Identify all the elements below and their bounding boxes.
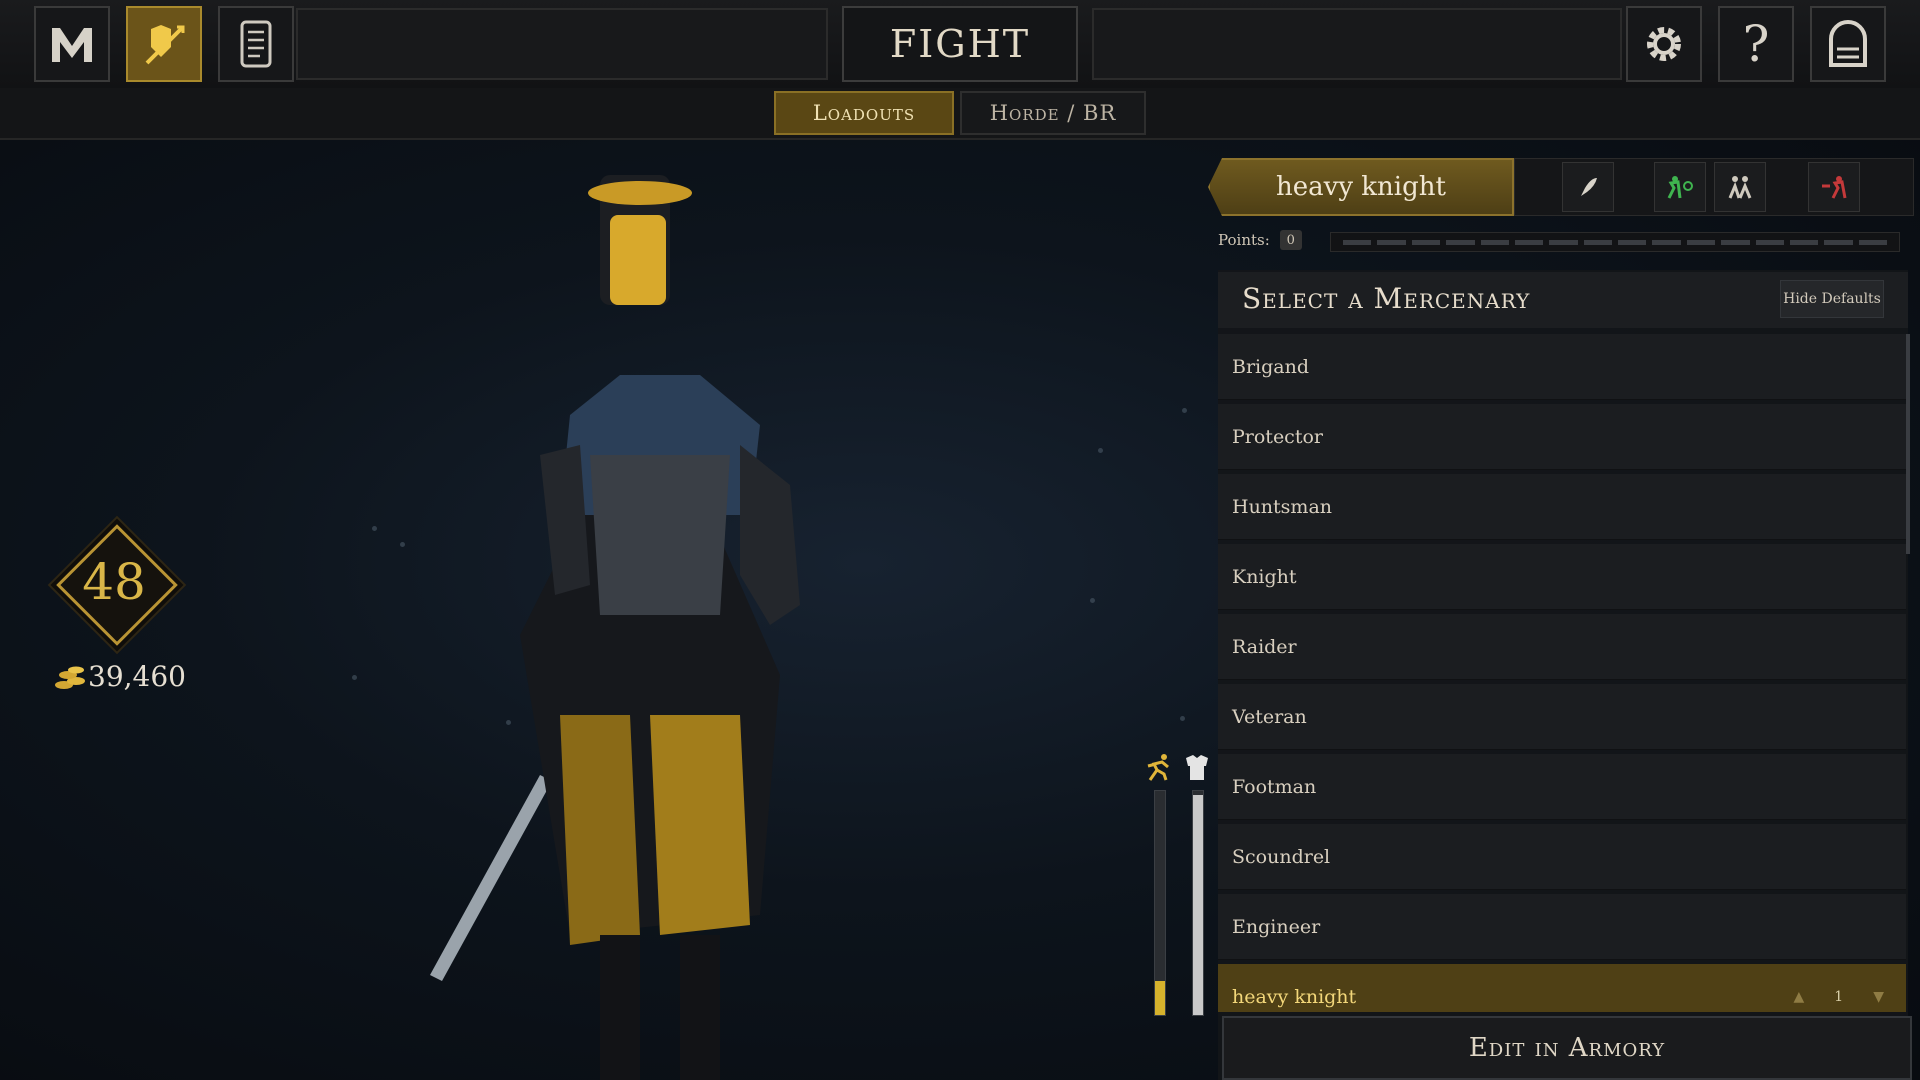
list-item[interactable]: Veteran: [1218, 684, 1906, 750]
exit-button[interactable]: [1810, 6, 1886, 82]
armor-meter-icon: [1182, 752, 1212, 782]
list-item-label: Engineer: [1232, 915, 1321, 938]
dust-speck: [1182, 408, 1187, 413]
list-item-label: Huntsman: [1232, 495, 1333, 518]
points-segment: [1652, 239, 1681, 245]
list-item[interactable]: Knight: [1218, 544, 1906, 610]
fight-button[interactable]: FIGHT: [842, 6, 1078, 82]
list-item-label: Brigand: [1232, 355, 1310, 378]
list-item-label: Footman: [1232, 775, 1317, 798]
list-item-label: Knight: [1232, 565, 1297, 588]
list-item-label: heavy knight: [1232, 985, 1357, 1008]
dust-speck: [1090, 598, 1095, 603]
points-segment: [1824, 239, 1853, 245]
list-item-label: Raider: [1232, 635, 1297, 658]
list-item[interactable]: Protector: [1218, 404, 1906, 470]
order-number: 1: [1834, 988, 1844, 1005]
group-button[interactable]: [1714, 162, 1766, 212]
group-icon: [1728, 176, 1752, 199]
points-segment: [1721, 239, 1750, 245]
list-item[interactable]: Brigand: [1218, 334, 1906, 400]
points-segment: [1377, 239, 1406, 245]
top-bar-right-track: [1092, 8, 1622, 80]
armor-meter-fill: [1193, 795, 1203, 1015]
help-button[interactable]: ?: [1718, 6, 1794, 82]
points-segment: [1618, 239, 1647, 245]
points-segment: [1480, 239, 1509, 245]
remove-player-icon: [1822, 176, 1847, 199]
points-value: 0: [1279, 230, 1302, 250]
list-item[interactable]: Scoundrel: [1218, 824, 1906, 890]
move-up-icon[interactable]: ▲: [1794, 989, 1805, 1005]
list-item[interactable]: Footman: [1218, 754, 1906, 820]
top-bar-left-track: [296, 8, 828, 80]
armor-icon: [1186, 755, 1208, 780]
list-item[interactable]: Engineer: [1218, 894, 1906, 960]
armor-meter: [1192, 790, 1204, 1016]
log-button[interactable]: [218, 6, 294, 82]
panel-title: Select a Mercenary: [1242, 282, 1531, 315]
level-badge: 48: [56, 524, 178, 646]
points-segment: [1583, 239, 1612, 245]
list-item-label: Scoundrel: [1232, 845, 1331, 868]
level-number: 48: [82, 553, 146, 611]
mercenary-list: Brigand Protector Huntsman Knight Raider…: [1218, 334, 1906, 1012]
points-segment: [1514, 239, 1544, 245]
points-bar: [1330, 232, 1900, 252]
list-item-label: Veteran: [1232, 705, 1307, 728]
points-segment: [1789, 239, 1819, 245]
dust-speck: [1098, 448, 1103, 453]
loadout-button[interactable]: [126, 6, 202, 82]
speed-meter-fill: [1155, 981, 1165, 1015]
armor-sword-icon: [145, 25, 185, 65]
move-down-icon[interactable]: ▼: [1873, 989, 1884, 1005]
m-logo-icon: [52, 28, 92, 62]
edit-in-armory-button[interactable]: Edit in Armory: [1222, 1016, 1912, 1080]
running-man-icon: [1147, 754, 1169, 781]
reorder-controls: ▲ 1 ▼: [1794, 989, 1884, 1005]
question-icon: ?: [1742, 15, 1770, 73]
points-segment: [1549, 239, 1578, 245]
coin-stack-icon: [55, 666, 85, 689]
rename-loadout-button[interactable]: [1562, 162, 1614, 212]
list-scrollbar[interactable]: [1906, 334, 1910, 554]
points-label-group: Points: 0: [1218, 230, 1302, 250]
points-segment: [1446, 239, 1475, 245]
add-player-icon: [1667, 176, 1693, 199]
speed-meter-icon: [1144, 752, 1174, 782]
main-menu-button[interactable]: [34, 6, 110, 82]
points-segment: [1343, 239, 1372, 245]
quill-icon: [1581, 178, 1597, 196]
tab-horde-br[interactable]: Horde / BR: [960, 91, 1146, 135]
gate-icon: [1829, 20, 1867, 67]
list-item[interactable]: Raider: [1218, 614, 1906, 680]
points-label: Points:: [1218, 231, 1270, 249]
loadout-name-field[interactable]: heavy knight: [1208, 158, 1514, 216]
hide-defaults-button[interactable]: Hide Defaults: [1780, 280, 1884, 318]
gear-icon: [1647, 27, 1681, 61]
list-item-label: Protector: [1232, 425, 1323, 448]
gold-amount: 39,460: [88, 660, 186, 693]
speed-meter: [1154, 790, 1166, 1016]
points-segment: [1686, 239, 1716, 245]
settings-button[interactable]: [1626, 6, 1702, 82]
list-item-selected[interactable]: heavy knight ▲ 1 ▼: [1218, 964, 1906, 1012]
points-segment: [1411, 239, 1441, 245]
tab-loadouts[interactable]: Loadouts: [774, 91, 954, 135]
gold-display: 39,460: [54, 660, 186, 693]
dust-speck: [1180, 716, 1185, 721]
list-item[interactable]: Huntsman: [1218, 474, 1906, 540]
remove-player-button[interactable]: [1808, 162, 1860, 212]
points-segment: [1858, 239, 1887, 245]
points-segment: [1755, 239, 1784, 245]
scroll-icon: [240, 20, 272, 68]
add-player-button[interactable]: [1654, 162, 1706, 212]
character-model: [430, 175, 800, 1080]
